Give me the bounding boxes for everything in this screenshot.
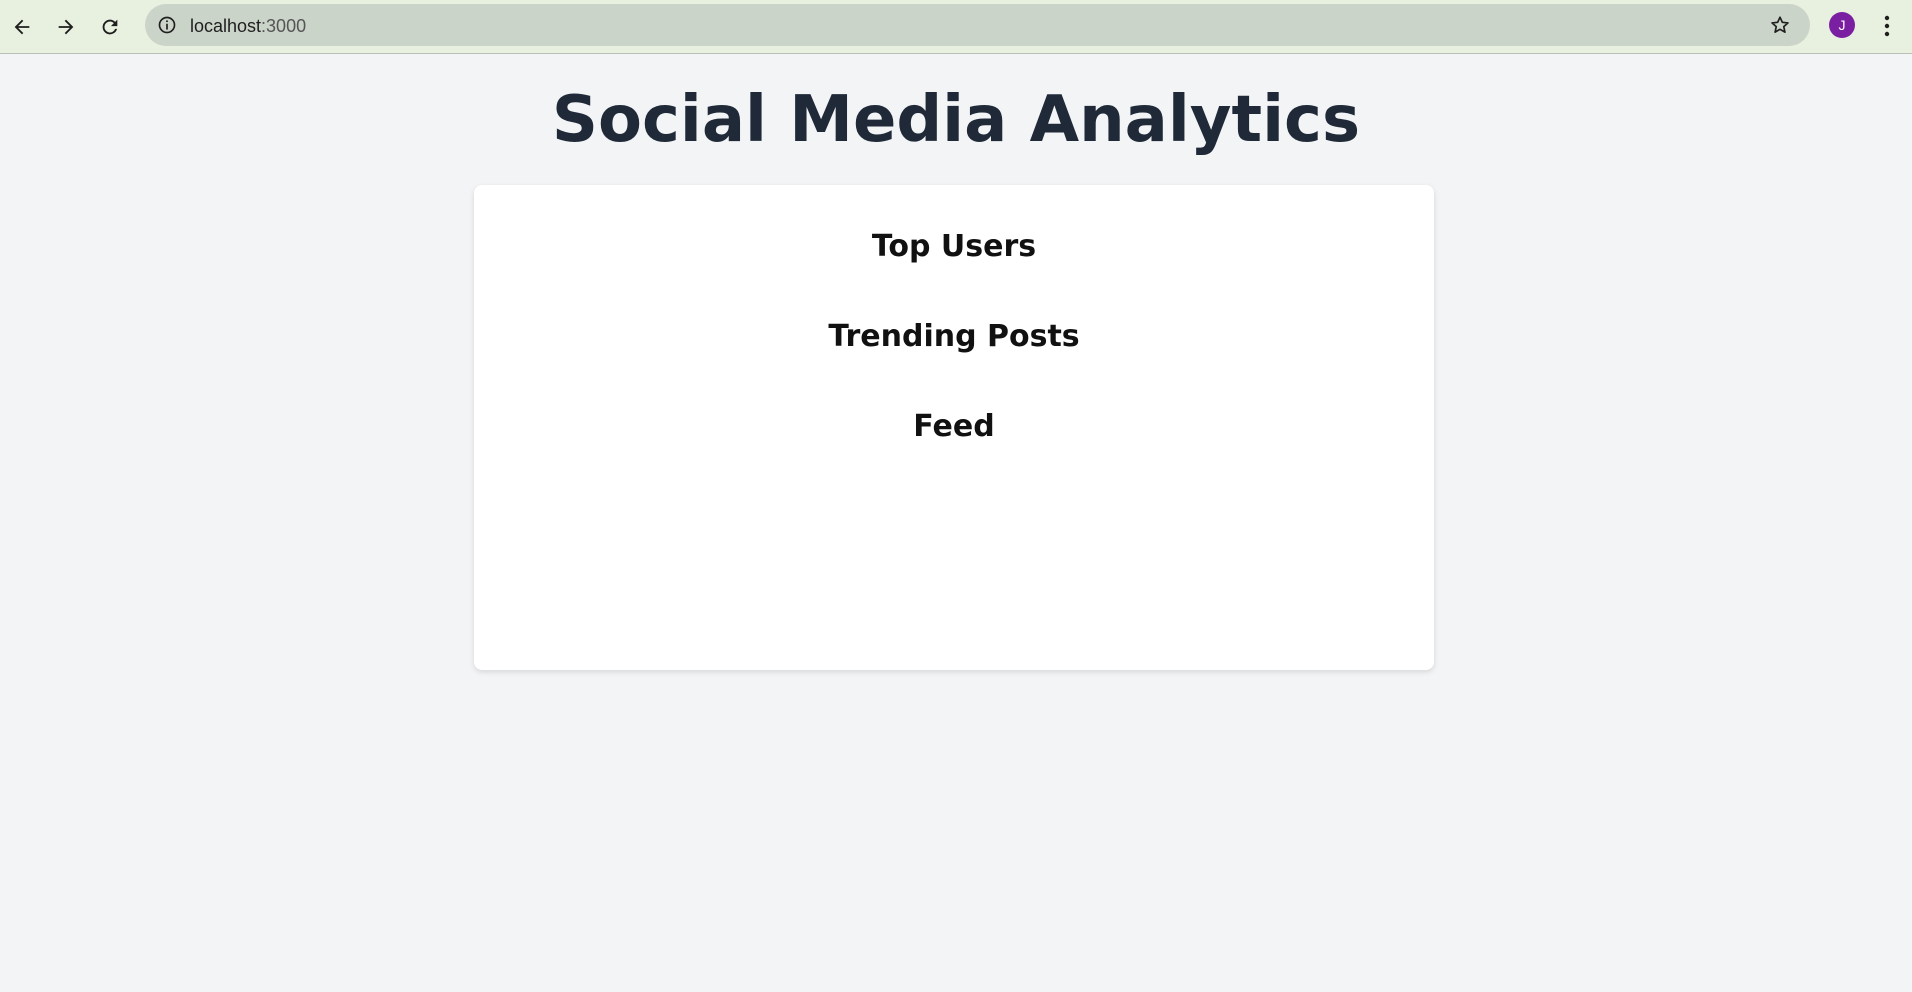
url-port: :3000 xyxy=(261,16,307,36)
forward-button[interactable] xyxy=(46,7,86,47)
site-info-button[interactable] xyxy=(150,8,184,42)
url-host: localhost xyxy=(190,16,262,36)
analytics-card: Top Users Trending Posts Feed xyxy=(474,185,1434,670)
info-icon xyxy=(158,16,176,34)
browser-menu-button[interactable] xyxy=(1873,9,1901,43)
arrow-left-icon xyxy=(14,19,30,35)
page-title: Social Media Analytics xyxy=(551,83,1361,157)
section-heading-trending-posts: Trending Posts xyxy=(828,319,1080,354)
bookmark-button[interactable] xyxy=(1764,9,1796,41)
browser-toolbar: localhost:3000 J xyxy=(0,0,1912,54)
back-button[interactable] xyxy=(2,7,42,47)
reload-icon xyxy=(102,19,118,35)
reload-button[interactable] xyxy=(90,7,130,47)
url-text[interactable]: localhost:3000 xyxy=(190,15,306,37)
profile-avatar[interactable]: J xyxy=(1829,12,1855,38)
section-heading-feed: Feed xyxy=(913,409,995,444)
star-icon xyxy=(1771,16,1789,33)
address-bar[interactable]: localhost:3000 xyxy=(145,4,1810,46)
more-vertical-icon xyxy=(1884,15,1890,37)
arrow-right-icon xyxy=(58,19,74,35)
section-heading-top-users: Top Users xyxy=(871,229,1037,264)
